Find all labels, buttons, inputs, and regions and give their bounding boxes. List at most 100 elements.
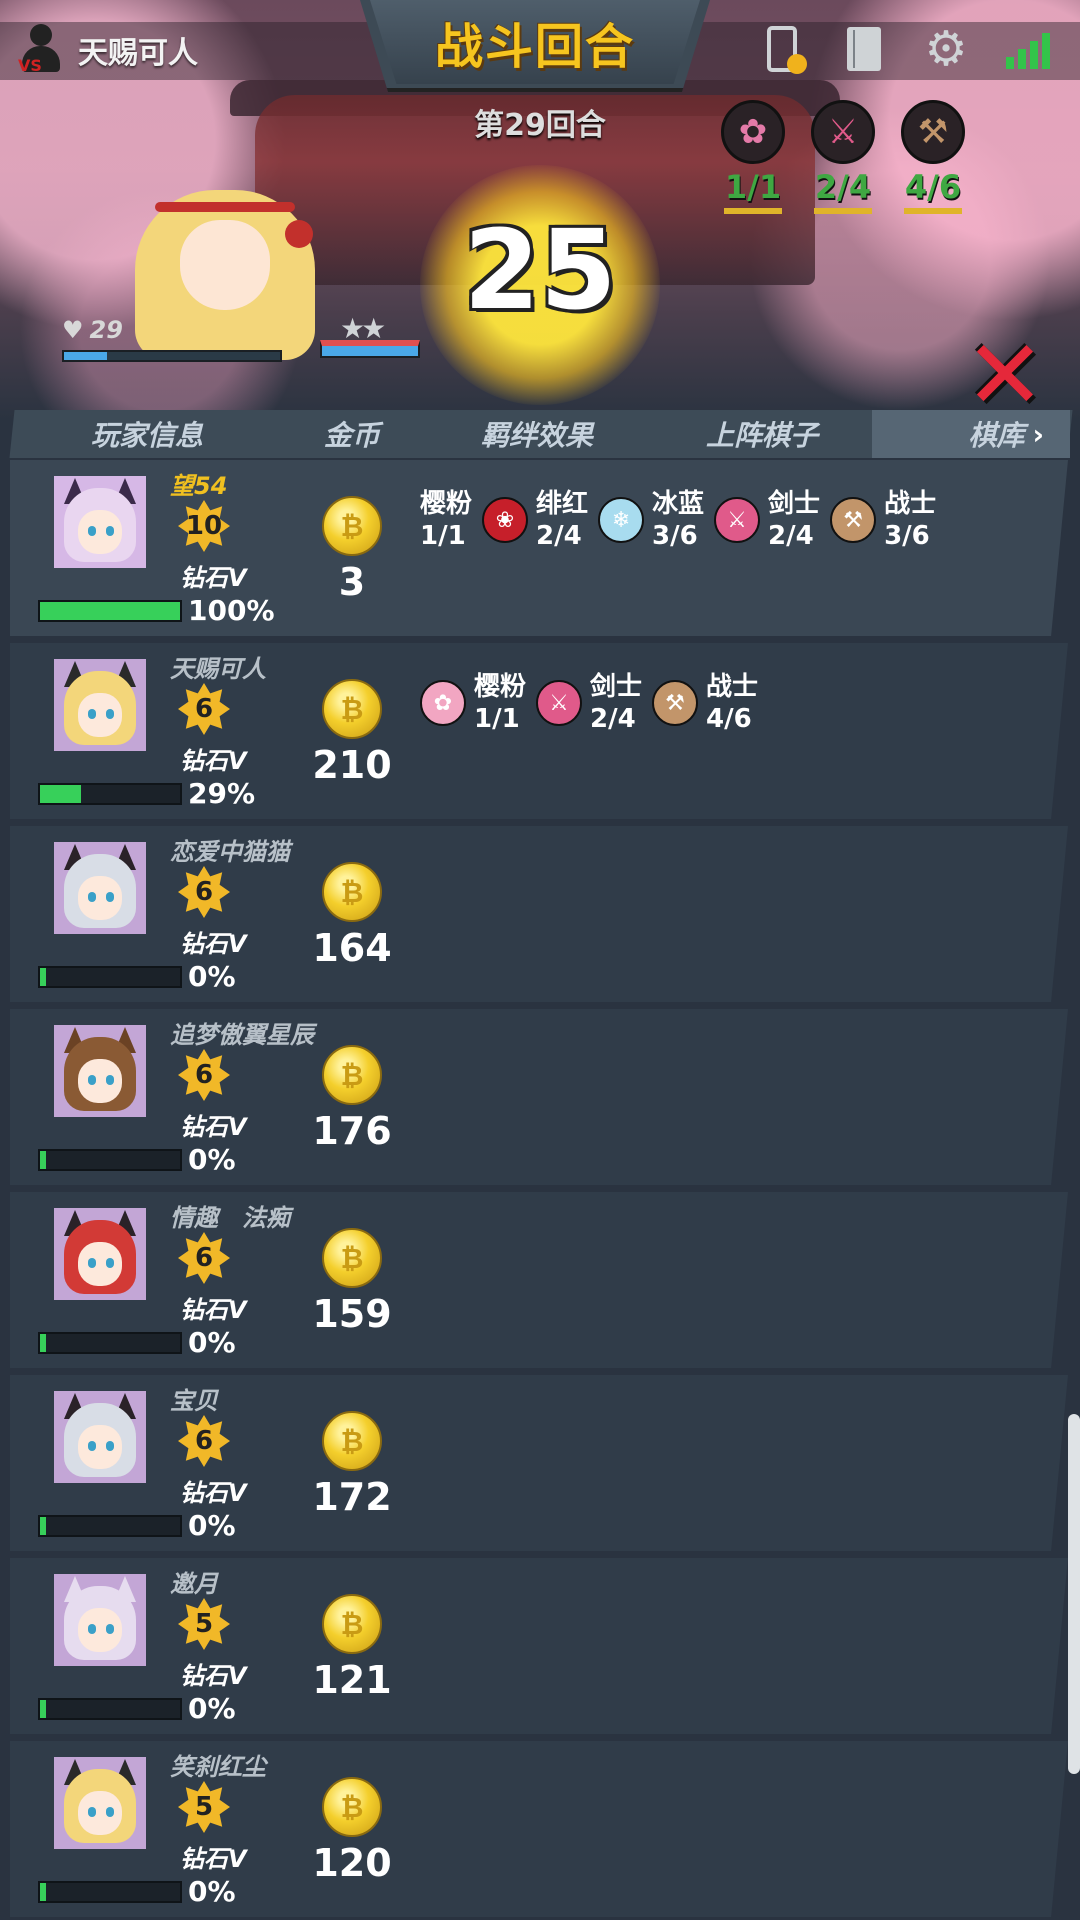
synergy-count: 3/6 — [884, 521, 930, 551]
gear-icon[interactable]: ⚙ — [924, 25, 968, 73]
avatar[interactable] — [54, 659, 146, 751]
avatar[interactable] — [54, 1757, 146, 1849]
synergy-item[interactable]: ⚔ 剑士 2/4 — [536, 671, 642, 735]
level-badge: 6 — [178, 866, 230, 918]
synergy-item[interactable]: ❀ 绯红 2/4 — [482, 488, 588, 552]
gold-amount: 159 — [312, 1292, 392, 1336]
tab-deployed[interactable]: 上阵棋子 — [652, 410, 872, 458]
xp-bar — [38, 783, 182, 805]
xp-percent: 100% — [188, 594, 275, 627]
avatar[interactable] — [54, 1574, 146, 1666]
user-vs-icon[interactable]: VS — [18, 24, 64, 76]
round-banner: 战斗回合 — [370, 0, 700, 84]
xp-bar — [38, 1698, 182, 1720]
hp-bar — [62, 350, 282, 362]
hp-display: ♥ 29 — [62, 316, 123, 344]
scrollbar-thumb[interactable] — [1068, 1414, 1080, 1774]
synergy-bar — [724, 208, 782, 214]
coin-icon: ₿ — [322, 679, 382, 739]
player-name: 天赐可人 — [170, 655, 266, 683]
synergy-summary[interactable]: ⚒ 4/6 — [900, 100, 966, 214]
snowflake-icon: ❄ — [598, 497, 645, 543]
synergy-count: 1/1 — [724, 168, 782, 206]
xp-bar — [38, 966, 182, 988]
player-row[interactable]: 恋爱中猫猫 6 钻石V 0% ₿ 164 — [10, 826, 1068, 1002]
synergy-item[interactable]: ⚔ 剑士 2/4 — [714, 488, 820, 552]
avatar[interactable] — [54, 1391, 146, 1483]
synergy-name: 战士 — [884, 489, 937, 519]
coin-icon: ₿ — [322, 496, 382, 556]
xp-percent: 29% — [188, 777, 256, 810]
rank-label: 钻石V — [180, 564, 247, 592]
player-row[interactable]: 邀月 5 钻石V 0% ₿ 121 — [10, 1558, 1068, 1734]
gold-amount: 120 — [312, 1841, 392, 1885]
gold-amount: 176 — [312, 1109, 392, 1153]
rank-label: 钻石V — [180, 747, 247, 775]
sword-icon: ⚔ — [811, 100, 875, 164]
round-number: 第29回合 — [474, 108, 606, 143]
book-icon[interactable] — [842, 25, 886, 73]
player-name: 情趣 法痴 — [170, 1204, 290, 1232]
synergy-name: 绯红 — [536, 489, 589, 519]
player-row[interactable]: 宝贝 6 钻石V 0% ₿ 172 — [10, 1375, 1068, 1551]
avatar[interactable] — [54, 842, 146, 934]
rank-label: 钻石V — [180, 930, 247, 958]
xp-bar — [38, 1515, 182, 1537]
tab-synergy[interactable]: 羁绊效果 — [422, 410, 652, 458]
player-row[interactable]: 天赐可人 6 钻石V 29% ₿ 210 ✿ 樱粉 1/1 ⚔ 剑士 2/4 ⚒ 战士 4/6 — [10, 643, 1068, 819]
synergy-name: 樱粉 — [420, 489, 473, 519]
synergy-count: 2/4 — [768, 521, 814, 551]
synergy-item[interactable]: ❄ 冰蓝 3/6 — [598, 488, 704, 552]
synergy-item[interactable]: 樱粉 1/1 — [420, 488, 472, 552]
close-button[interactable]: ✕ — [960, 327, 1050, 423]
hero-character — [135, 180, 315, 360]
active-synergies: ✿ 1/1 ⚔ 2/4 ⚒ 4/6 — [720, 100, 966, 214]
tab-player-info[interactable]: 玩家信息 — [12, 410, 282, 458]
synergy-count: 4/6 — [706, 704, 752, 734]
tab-chess-library[interactable]: 棋库 › — [872, 410, 1070, 458]
tab-bar: 玩家信息 金币 羁绊效果 上阵棋子 棋库 › — [9, 410, 1073, 458]
avatar[interactable] — [54, 1025, 146, 1117]
synergy-item[interactable]: ⚒ 战士 3/6 — [830, 488, 936, 552]
xp-percent: 0% — [188, 1326, 236, 1359]
gold-amount: 210 — [312, 743, 392, 787]
avatar[interactable] — [54, 1208, 146, 1300]
player-row[interactable]: 追梦傲翼星辰 6 钻石V 0% ₿ 176 — [10, 1009, 1068, 1185]
hammer-icon: ⚒ — [830, 497, 877, 543]
player-row[interactable]: 情趣 法痴 6 钻石V 0% ₿ 159 — [10, 1192, 1068, 1368]
synergy-list: ✿ 樱粉 1/1 ⚔ 剑士 2/4 ⚒ 战士 4/6 — [420, 671, 768, 735]
coin-icon: ₿ — [322, 1777, 382, 1837]
gold-amount: 164 — [312, 926, 392, 970]
current-player-name: 天赐可人 — [78, 36, 198, 71]
synergy-summary[interactable]: ⚔ 2/4 — [810, 100, 876, 214]
xp-percent: 0% — [188, 1875, 236, 1908]
rank-label: 钻石V — [180, 1113, 247, 1141]
rose-icon: ❀ — [482, 497, 529, 543]
avatar[interactable] — [54, 476, 146, 568]
sword-icon: ⚔ — [536, 680, 583, 726]
phone-switch-icon[interactable] — [760, 25, 807, 74]
gold-amount: 121 — [312, 1658, 392, 1702]
xp-percent: 0% — [188, 960, 236, 993]
gold-amount: 172 — [312, 1475, 392, 1519]
enemy-health-bar — [320, 340, 420, 358]
synergy-count: 1/1 — [474, 704, 520, 734]
synergy-summary[interactable]: ✿ 1/1 — [720, 100, 786, 214]
rank-label: 钻石V — [180, 1296, 247, 1324]
synergy-item[interactable]: ✿ 樱粉 1/1 — [420, 671, 526, 735]
synergy-name: 剑士 — [590, 672, 643, 702]
current-player: VS 天赐可人 — [18, 20, 198, 80]
hud-icons: ⚙ — [760, 25, 1050, 74]
synergy-count: 2/4 — [590, 704, 636, 734]
level-value: 6 — [194, 1243, 214, 1273]
level-badge: 6 — [178, 1415, 230, 1467]
player-row[interactable]: 望54 10 钻石V 100% ₿ 3 樱粉 1/1 ❀ 绯红 2/4 ❄ 冰蓝 3/6 ⚔ 剑士 2/4 ⚒ 战士… — [10, 460, 1068, 636]
synergy-item[interactable]: ⚒ 战士 4/6 — [652, 671, 758, 735]
synergy-name: 樱粉 — [474, 672, 527, 702]
tab-gold[interactable]: 金币 — [282, 410, 422, 458]
coin-icon: ₿ — [322, 1594, 382, 1654]
player-row[interactable]: 笑刹红尘 5 钻石V 0% ₿ 120 — [10, 1741, 1068, 1917]
battle-scene: VS 天赐可人 战斗回合 第29回合 ⚙ ✿ 1/1 ⚔ 2/4 ⚒ 4/6 25 ♥ 2… — [0, 0, 1080, 420]
rank-label: 钻石V — [180, 1662, 247, 1690]
synergy-name: 冰蓝 — [652, 489, 705, 519]
